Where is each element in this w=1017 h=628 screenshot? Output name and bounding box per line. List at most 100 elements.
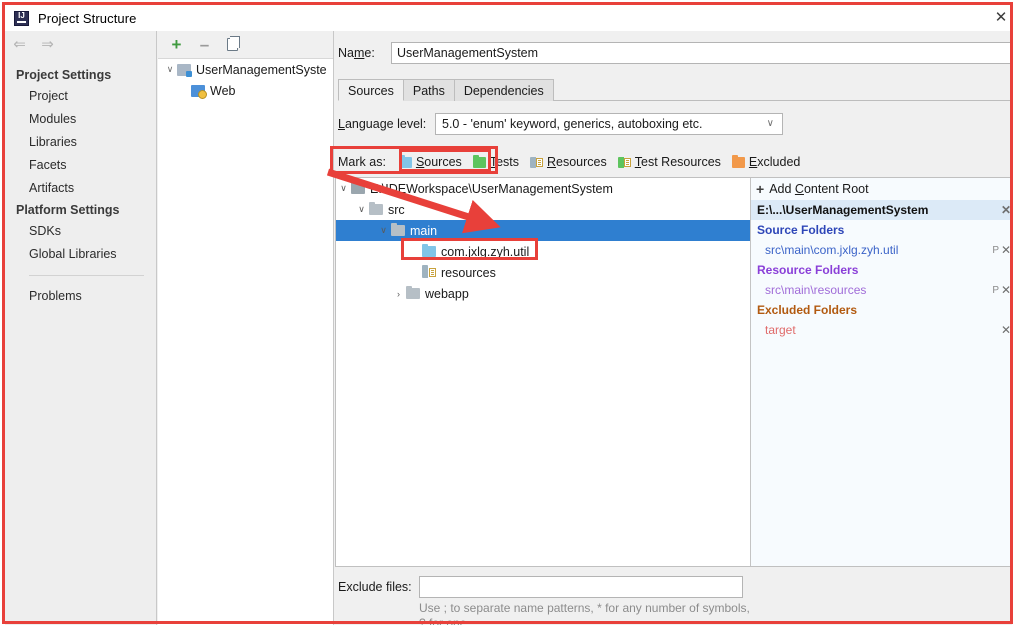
mark-as-label: Mark as: [338,155,386,169]
chevron-down-icon[interactable]: ∨ [336,183,351,194]
copy-module-button[interactable] [224,36,241,53]
remove-source-folder-icon[interactable]: ✕ [1001,243,1012,257]
sidebar-item-modules[interactable]: Modules [5,108,156,131]
folder-properties-icon[interactable]: P [992,285,999,296]
excluded-folder-path: target [765,323,796,337]
add-module-button[interactable]: + [168,36,185,53]
folder-icon [369,202,383,215]
forward-arrow-icon[interactable]: ⇒ [39,36,56,54]
tree-row-label: E:\IDEWorkspace\UserManagementSystem [370,181,613,196]
folder-properties-icon[interactable]: P [992,245,999,256]
language-level-row: Language level: 5.0 - 'enum' keyword, ge… [335,111,1012,137]
sidebar-item-global-libraries[interactable]: Global Libraries [5,243,156,266]
source-folder-path: src\main\com.jxlg.zyh.util [765,243,899,257]
sidebar-item-facets[interactable]: Facets [5,154,156,177]
remove-resource-folder-icon[interactable]: ✕ [1001,283,1012,297]
mark-as-tests-label: Tests [489,155,519,169]
chevron-down-icon: ∨ [766,118,774,129]
mark-as-tests-button[interactable]: Tests [472,154,519,169]
mark-as-row: Mark as: Sources Tests Resources Test Re… [335,151,1012,173]
chevron-down-icon[interactable]: ∨ [376,225,391,236]
module-name-row: Name: [335,40,1012,65]
exclude-files-input[interactable] [419,576,743,598]
tree-row[interactable]: ∨ E:\IDEWorkspace\UserManagementSystem [336,178,750,199]
resource-folder-path: src\main\resources [765,283,867,297]
module-name-label: Name: [338,45,375,60]
excluded-folder-entry[interactable]: target ✕ [751,320,1012,340]
tree-row[interactable]: resources [336,262,750,283]
exclude-files-label: Exclude files: [338,580,412,594]
sidebar-divider [29,275,144,276]
mark-as-test-resources-button[interactable]: Test Resources [617,155,721,169]
source-folders-header: Source Folders [757,223,845,237]
language-level-label: Language level: [338,117,427,131]
settings-sidebar: ⇐ ⇒ Project Settings Project Modules Lib… [5,31,157,625]
tree-row[interactable]: com.jxlg.zyh.util [336,241,750,262]
mark-as-test-resources-label: Test Resources [634,155,721,169]
tab-sources[interactable]: Sources [338,79,404,101]
add-content-root-button[interactable]: + Add Content Root [751,178,1012,200]
mark-as-excluded-button[interactable]: Excluded [731,154,801,169]
resource-folders-header: Resource Folders [757,263,859,277]
project-structure-dialog: Project Structure ✕ ⇐ ⇒ Project Settings… [0,0,1017,628]
content-root-path-row[interactable]: E:\...\UserManagementSystem ✕ [751,200,1012,220]
module-tree-item-web[interactable]: Web [158,80,333,101]
mark-as-excluded-label: Excluded [748,155,801,169]
folder-resources-icon [530,156,543,168]
sidebar-item-artifacts[interactable]: Artifacts [5,177,156,200]
mark-as-sources-label: Sources [415,155,462,169]
remove-module-button[interactable]: – [196,36,213,53]
module-tree-item-usermanagementsystem[interactable]: ∨ UserManagementSyste [158,59,333,80]
tree-row[interactable]: ∨ main [336,220,750,241]
copy-icon [227,36,240,51]
folder-icon [391,223,405,236]
resource-folder-entry[interactable]: src\main\resources P ✕ [751,280,1012,300]
tree-row[interactable]: › webapp [336,283,750,304]
mark-as-sources-button[interactable]: Sources [398,154,462,169]
intellij-logo-icon [14,10,29,26]
module-editor: Name: Sources Paths Dependencies Languag… [335,31,1012,625]
plus-icon: + [756,181,765,197]
folder-tree: ∨ E:\IDEWorkspace\UserManagementSystem ∨… [336,178,750,566]
module-label: UserManagementSyste [196,62,327,77]
chevron-right-icon[interactable]: › [391,289,406,299]
module-name-input[interactable] [391,41,1012,64]
back-arrow-icon[interactable]: ⇐ [11,36,28,54]
mark-as-resources-button[interactable]: Resources [530,155,607,169]
close-icon[interactable]: ✕ [991,8,1011,28]
web-facet-icon [191,84,207,99]
sidebar-item-libraries[interactable]: Libraries [5,131,156,154]
remove-content-root-icon[interactable]: ✕ [1001,203,1012,217]
tab-paths[interactable]: Paths [402,79,455,101]
folder-resources-icon [422,265,436,278]
facet-label: Web [210,83,236,98]
tree-row-label: src [388,202,405,217]
content-root-path: E:\...\UserManagementSystem [757,203,929,217]
folder-sources-icon [398,154,412,168]
add-content-root-label: Add Content Root [769,182,869,196]
tree-row-label: resources [441,265,496,280]
tab-dependencies[interactable]: Dependencies [453,79,554,101]
minus-icon: – [199,35,210,54]
language-level-select[interactable]: 5.0 - 'enum' keyword, generics, autoboxi… [435,113,783,135]
sidebar-item-project[interactable]: Project [5,85,156,108]
title-bar: Project Structure ✕ [5,5,1010,31]
tree-row[interactable]: ∨ src [336,199,750,220]
folder-icon [406,286,420,299]
folder-test-resources-icon [617,156,631,168]
excluded-folders-header: Excluded Folders [757,303,858,317]
dialog-body: ⇐ ⇒ Project Settings Project Modules Lib… [5,31,1012,625]
chevron-down-icon[interactable]: ∨ [163,64,177,75]
chevron-down-icon[interactable]: ∨ [354,204,369,215]
sidebar-group-platform-settings: Platform Settings [16,203,120,217]
navigation-arrows: ⇐ ⇒ [5,31,156,59]
content-roots-panel: + Add Content Root E:\...\UserManagement… [751,178,1012,566]
source-folder-entry[interactable]: src\main\com.jxlg.zyh.util P ✕ [751,240,1012,260]
sidebar-group-project-settings: Project Settings [16,68,112,82]
remove-excluded-folder-icon[interactable]: ✕ [1001,323,1012,337]
sidebar-item-problems[interactable]: Problems [5,285,156,308]
mark-as-resources-label: Resources [547,155,607,169]
modules-panel: + – ∨ UserManagementSyste Web [158,31,334,625]
tree-row-label: main [410,223,438,238]
sidebar-item-sdks[interactable]: SDKs [5,220,156,243]
